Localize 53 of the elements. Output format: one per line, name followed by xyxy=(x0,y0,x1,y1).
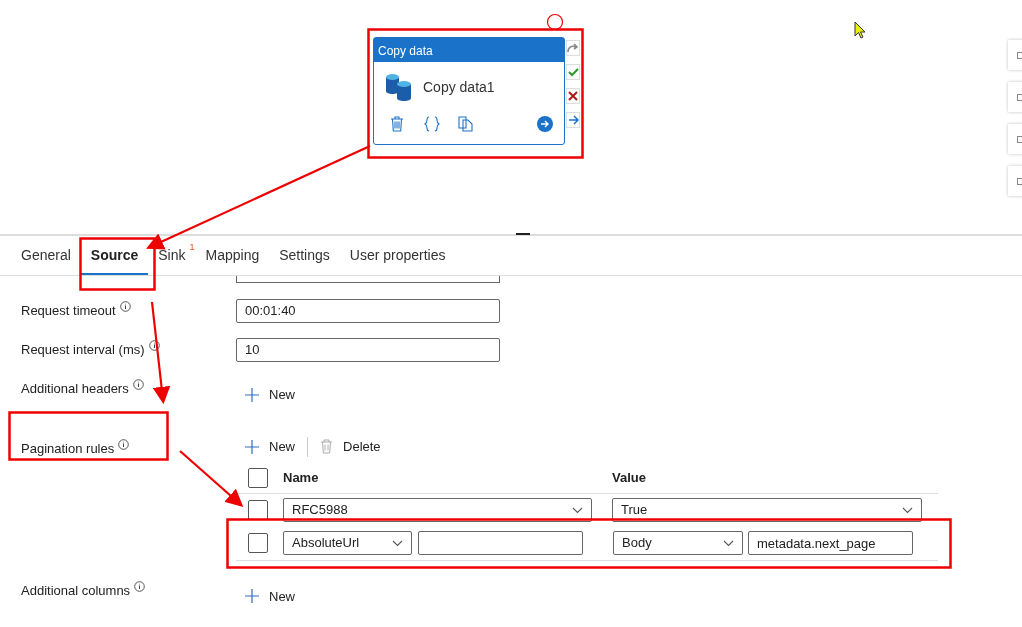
checkbox[interactable] xyxy=(248,500,268,520)
database-icon xyxy=(385,73,412,101)
info-icon xyxy=(132,379,144,391)
arrow-circle-icon[interactable] xyxy=(537,116,553,132)
new-button[interactable]: New xyxy=(245,385,295,405)
field-label: Pagination rules xyxy=(21,439,115,458)
text-field[interactable] xyxy=(236,276,500,283)
text-field[interactable] xyxy=(418,531,583,556)
arrow-right-icon[interactable] xyxy=(566,112,580,128)
field-label: Additional columns xyxy=(21,581,131,600)
close-icon[interactable] xyxy=(566,88,580,104)
chevron-down-icon xyxy=(572,506,583,514)
dropdown[interactable]: Body xyxy=(613,531,743,555)
cursor-icon xyxy=(854,21,866,39)
tab[interactable]: User properties xyxy=(339,237,456,275)
text-field[interactable]: 00:01:40 xyxy=(236,298,500,323)
redo-icon[interactable] xyxy=(566,40,580,56)
chevron-down-icon xyxy=(723,539,734,547)
new-button[interactable]: New xyxy=(245,436,295,457)
plus-icon xyxy=(245,589,259,604)
delete-button[interactable]: Delete xyxy=(320,436,381,457)
new-button[interactable]: New xyxy=(245,586,295,606)
checkbox[interactable] xyxy=(248,533,268,553)
tab[interactable]: General xyxy=(11,237,81,275)
copy-icon[interactable] xyxy=(458,116,473,132)
field-label: Additional headers xyxy=(21,380,129,398)
error-count: 1 xyxy=(189,241,195,254)
braces-icon[interactable] xyxy=(424,116,440,132)
chevron-down-icon xyxy=(392,539,403,547)
tab[interactable]: Settings xyxy=(269,237,340,275)
check-icon[interactable] xyxy=(566,64,580,80)
info-icon xyxy=(118,438,130,450)
column-header: Value xyxy=(612,469,646,488)
field-label: Request interval (ms) xyxy=(21,340,145,359)
info-icon xyxy=(148,340,160,351)
info-icon xyxy=(119,301,131,312)
activity-header: Copy data xyxy=(374,38,564,62)
info-icon xyxy=(134,580,146,592)
column-header: Name xyxy=(283,469,320,488)
trash-icon xyxy=(320,439,333,454)
trash-icon[interactable] xyxy=(390,116,404,132)
checkbox[interactable] xyxy=(248,468,268,488)
plus-icon xyxy=(245,387,259,402)
tab[interactable]: Mapping xyxy=(195,237,270,275)
activity-node[interactable]: Copy data Copy data1 xyxy=(373,37,565,145)
field-label: Request timeout xyxy=(21,301,116,320)
text-field[interactable]: metadata.next_page xyxy=(748,531,913,556)
dropdown[interactable]: AbsoluteUrl xyxy=(283,531,412,555)
activity-name: Copy data1 xyxy=(423,77,495,97)
text-field[interactable]: 10 xyxy=(236,337,500,362)
chevron-down-icon xyxy=(902,506,913,514)
plus-icon xyxy=(245,439,259,454)
tab[interactable]: Sink 1 xyxy=(148,237,196,275)
